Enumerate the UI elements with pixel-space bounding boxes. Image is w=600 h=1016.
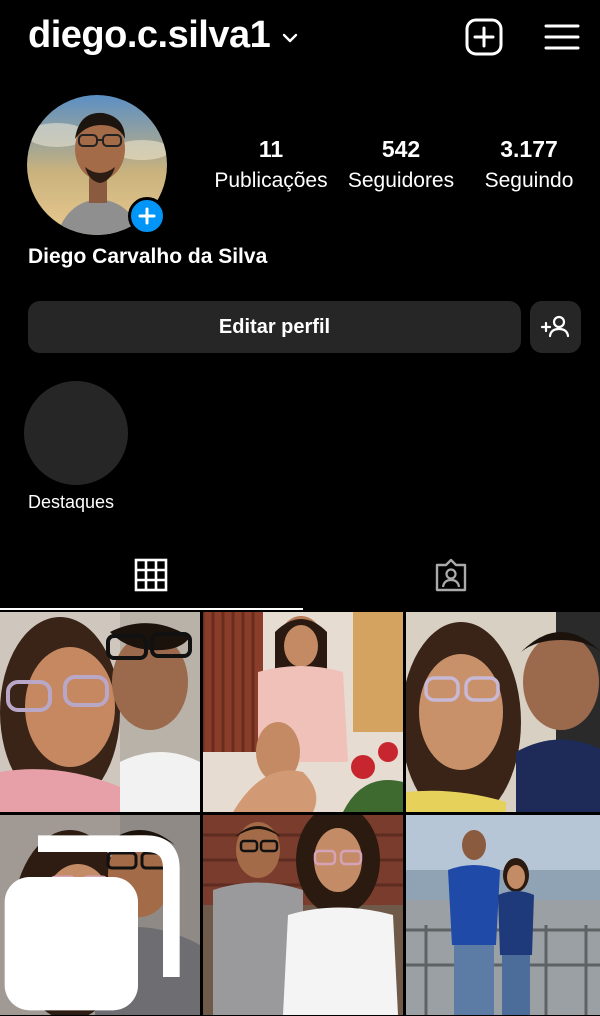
account-switcher[interactable]: diego.c.silva1 <box>28 14 300 57</box>
menu-icon[interactable] <box>542 17 582 57</box>
discover-people-button[interactable] <box>530 301 581 353</box>
highlight-circle[interactable] <box>24 381 128 485</box>
top-bar: diego.c.silva1 <box>0 0 600 78</box>
plus-icon <box>138 207 156 225</box>
post-thumbnail[interactable] <box>203 612 403 812</box>
active-tab-indicator <box>0 608 303 610</box>
profile-header: 11 Publicações 542 Seguidores 3.177 Segu… <box>0 92 600 242</box>
username: diego.c.silva1 <box>28 14 271 56</box>
grid-icon <box>134 558 168 592</box>
full-name: Diego Carvalho da Silva <box>28 245 268 268</box>
post-thumbnail[interactable] <box>0 815 200 1015</box>
post-thumbnail[interactable] <box>406 612 600 812</box>
highlight-label: Destaques <box>28 492 115 512</box>
posts-grid <box>0 612 600 1016</box>
new-post-icon[interactable] <box>464 17 504 57</box>
followers-count[interactable]: 542 Seguidores <box>340 136 462 196</box>
edit-profile-button[interactable]: Editar perfil <box>28 301 521 353</box>
add-person-icon <box>540 315 570 338</box>
stat-value: 11 <box>258 136 284 162</box>
profile-tabs <box>0 548 600 611</box>
add-story-button[interactable] <box>128 197 166 235</box>
post-thumbnail[interactable] <box>406 815 600 1015</box>
stat-label: Seguindo <box>484 169 574 192</box>
post-thumbnail[interactable] <box>0 612 200 812</box>
post-thumbnail[interactable] <box>203 815 403 1015</box>
following-count[interactable]: 3.177 Seguindo <box>474 136 584 196</box>
carousel-icon <box>4 835 180 1011</box>
avatar-container[interactable] <box>27 95 167 235</box>
stat-value: 3.177 <box>500 136 558 162</box>
tagged-person-icon <box>435 558 467 592</box>
tab-tagged[interactable] <box>300 548 600 611</box>
posts-count[interactable]: 11 Publicações <box>212 136 330 196</box>
stat-value: 542 <box>381 136 421 162</box>
chevron-down-icon <box>283 33 298 42</box>
stat-label: Seguidores <box>347 169 455 192</box>
stat-label: Publicações <box>214 169 328 192</box>
tab-posts-grid[interactable] <box>0 548 300 611</box>
